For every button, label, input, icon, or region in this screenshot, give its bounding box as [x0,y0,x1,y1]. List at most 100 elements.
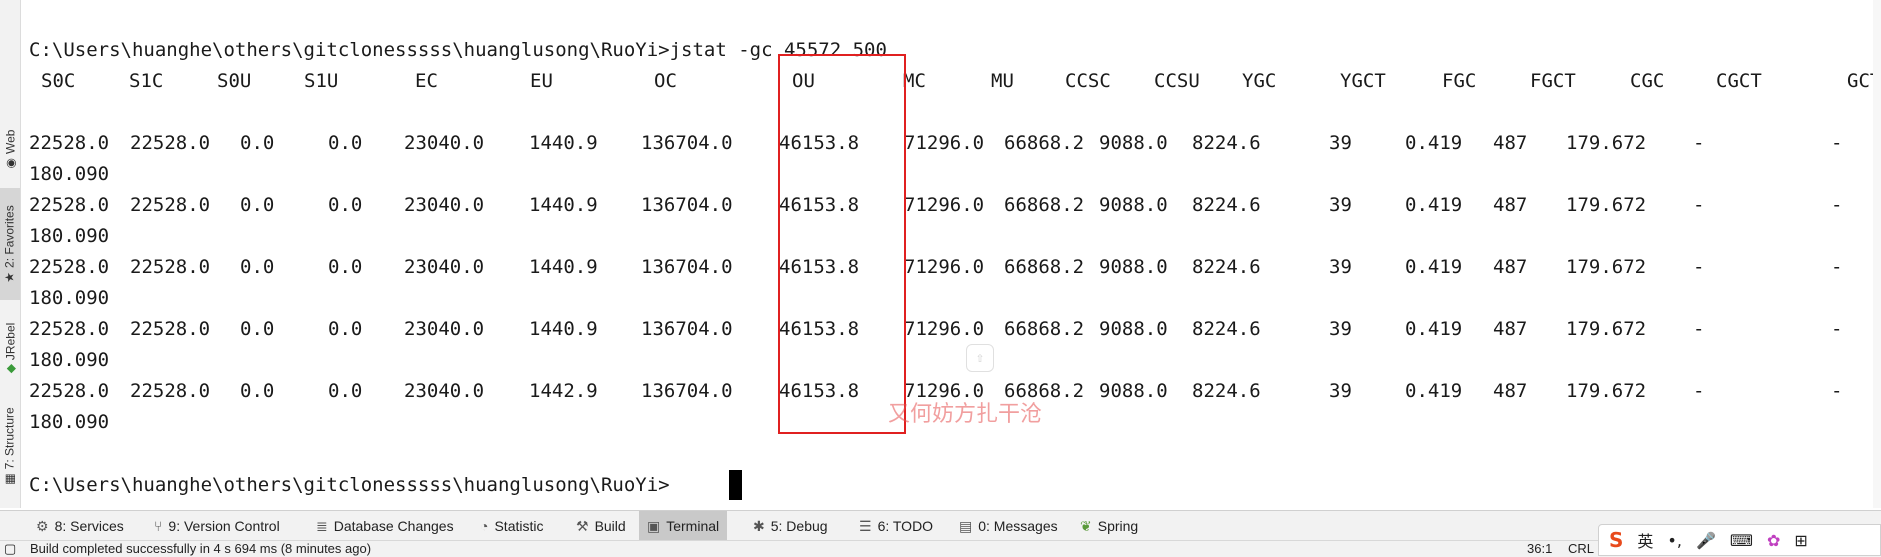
ou-column-highlight-box [778,54,906,434]
table-cell: 71296.0 [904,318,985,340]
table-cell: 22528.0 [29,132,110,154]
status-icon: ▢ [4,541,17,556]
table-cell: 66868.2 [1004,256,1085,278]
terminal-panel[interactable]: C:\Users\huanghe\others\gitclonesssss\hu… [21,0,1881,508]
table-cell: 22528.0 [29,380,110,402]
table-cell: 179.672 [1566,194,1647,216]
table-cell: 22528.0 [29,256,110,278]
toolbar-build[interactable]: ⚒ Build [568,511,634,541]
sidebar-tab-web[interactable]: ◉ Web [0,118,20,180]
todo-icon: ☰ [859,517,872,534]
ime-language[interactable]: 英 [1637,528,1653,552]
messages-icon: ▤ [959,517,973,534]
column-header-fgc: FGC [1442,70,1477,92]
scroll-up-icon[interactable]: ⇧ [966,344,994,372]
terminal-prompt: C:\Users\huanghe\others\gitclonesssss\hu… [29,474,670,496]
toolbar-label: 8: Services [54,518,124,534]
table-cell: 0.419 [1405,318,1463,340]
grid-menu-icon[interactable]: ⊞ [1794,531,1807,550]
table-cell: 179.672 [1566,256,1647,278]
sidebar-tab-structure[interactable]: ▦ 7: Structure [0,396,20,496]
table-cell: 9088.0 [1099,132,1168,154]
spring-icon: ❦ [1080,517,1092,534]
cursor-position[interactable]: 36:1 [1527,541,1552,556]
line-separator[interactable]: CRL [1568,541,1594,556]
table-cell: - [1831,380,1843,402]
toolbar-label: 5: Debug [770,518,828,534]
table-cell: 179.672 [1566,132,1647,154]
status-message: Build completed successfully in 4 s 694 … [30,541,372,556]
table-cell: 39 [1329,194,1352,216]
table-cell: 71296.0 [904,256,985,278]
toolbar-terminal[interactable]: ▣ Terminal [639,511,728,541]
table-cell: 22528.0 [130,318,211,340]
toolbar-label: Spring [1097,518,1139,534]
keyboard-icon[interactable]: ⌨ [1730,531,1753,550]
toolbar-label: Terminal [666,518,720,534]
table-cell: 1440.9 [529,318,598,340]
sidebar-tab-label: JRebel [3,322,17,361]
services-icon: ⚙ [36,517,49,534]
column-header-ccsc: CCSC [1065,70,1111,92]
column-header-oc: OC [654,70,677,92]
terminal-cursor [729,470,742,500]
sidebar-tab-jrebel[interactable]: ◆ JRebel [0,312,20,384]
table-cell: - [1831,318,1843,340]
skin-icon[interactable]: ✿ [1767,531,1780,550]
table-cell: 23040.0 [404,380,485,402]
toolbar-statistic[interactable]: ◔ Statistic [472,511,551,541]
toolbar-database-changes[interactable]: ≣ Database Changes [308,511,462,541]
toolbar-debug[interactable]: ✱ 5: Debug [745,511,836,541]
sogou-logo-icon[interactable]: S [1609,528,1623,552]
microphone-icon[interactable]: 🎤 [1696,531,1716,550]
table-cell: - [1693,194,1705,216]
table-cell: 39 [1329,256,1352,278]
terminal-command-line: C:\Users\huanghe\others\gitclonesssss\hu… [29,39,887,61]
table-cell: 0.0 [328,194,363,216]
table-cell: 39 [1329,132,1352,154]
toolbar-label: 6: TODO [877,518,934,534]
table-cell: 8224.6 [1192,132,1261,154]
web-icon: ◉ [3,157,18,169]
column-header-eu: EU [530,70,553,92]
toolbar-label: 0: Messages [978,518,1058,534]
star-icon: ★ [3,271,17,283]
terminal-icon: ▣ [647,517,661,534]
table-cell: 23040.0 [404,318,485,340]
column-header-s1u: S1U [304,70,339,92]
left-tool-strip: ◉ Web ★ 2: Favorites ◆ JRebel ▦ 7: Structure [0,0,21,508]
table-cell: 179.672 [1566,318,1647,340]
table-cell: 22528.0 [130,380,211,402]
table-cell: 9088.0 [1099,318,1168,340]
table-cell: - [1831,194,1843,216]
toolbar-label: 9: Version Control [168,518,280,534]
sidebar-tab-favorites[interactable]: ★ 2: Favorites [0,188,20,300]
toolbar-services[interactable]: ⚙ 8: Services [28,511,132,541]
table-cell: 22528.0 [29,318,110,340]
toolbar-label: Database Changes [333,518,454,534]
table-cell-wrapped-gct: 180.090 [29,287,110,309]
table-cell: 9088.0 [1099,194,1168,216]
table-cell: 136704.0 [641,256,733,278]
table-cell-wrapped-gct: 180.090 [29,349,110,371]
table-cell: - [1693,256,1705,278]
table-cell: - [1831,256,1843,278]
toolbar-todo[interactable]: ☰ 6: TODO [851,511,941,541]
toolbar-label: Statistic [494,518,544,534]
table-cell: 487 [1493,318,1528,340]
punctuation-icon[interactable]: •, [1667,531,1682,550]
table-cell: 22528.0 [130,194,211,216]
toolbar-messages[interactable]: ▤ 0: Messages [951,511,1066,541]
table-cell: 39 [1329,380,1352,402]
table-cell: 1440.9 [529,132,598,154]
table-cell: 1440.9 [529,256,598,278]
table-cell: 8224.6 [1192,194,1261,216]
table-cell: 8224.6 [1192,318,1261,340]
column-header-ygc: YGC [1242,70,1277,92]
table-cell: - [1693,318,1705,340]
toolbar-version-control[interactable]: ⑂ 9: Version Control [146,511,288,541]
terminal-scrollbar[interactable] [1873,0,1881,508]
toolbar-spring[interactable]: ❦ Spring [1072,511,1146,541]
table-cell: 0.0 [328,318,363,340]
table-cell: 66868.2 [1004,318,1085,340]
